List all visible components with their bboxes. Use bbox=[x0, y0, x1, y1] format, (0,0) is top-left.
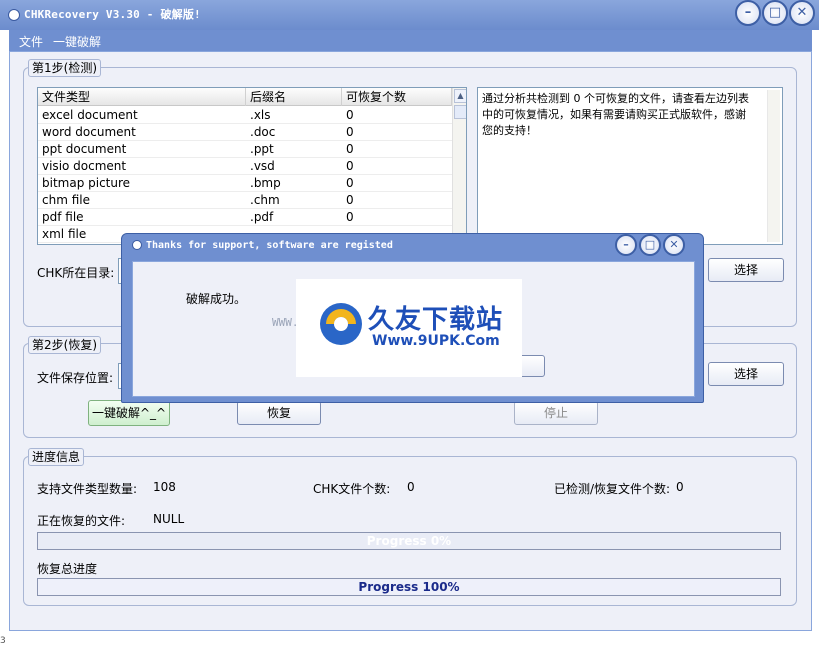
scroll-up-icon[interactable]: ▲ bbox=[454, 89, 466, 103]
menu-file[interactable]: 文件 bbox=[19, 35, 43, 49]
dialog-app-icon bbox=[132, 240, 142, 250]
current-file-label: 正在恢复的文件: bbox=[37, 514, 126, 528]
dialog-title-text: Thanks for support, software are registe… bbox=[146, 240, 393, 251]
file-type-cell: ppt document bbox=[42, 142, 127, 156]
file-type-cell: chm file bbox=[42, 193, 90, 207]
window-title-text: CHKRecovery V3.30 - 破解版! bbox=[24, 8, 201, 21]
list-item[interactable]: pdf file .pdf 0 bbox=[38, 209, 452, 226]
save-location-label: 文件保存位置: bbox=[37, 371, 114, 385]
file-type-cell: pdf file bbox=[42, 210, 84, 224]
count-cell: 0 bbox=[346, 159, 354, 173]
count-cell: 0 bbox=[346, 176, 354, 190]
step2-title: 第2步(恢复) bbox=[28, 336, 101, 354]
watermark-logo-icon bbox=[320, 303, 362, 345]
corner-mark: 3 bbox=[0, 636, 6, 646]
detection-message-text: 通过分析共检测到 0 个可恢复的文件，请查看左边列表中的可恢复情况，如果有需要请… bbox=[482, 92, 749, 137]
current-file-value: NULL bbox=[153, 512, 185, 526]
count-cell: 0 bbox=[346, 108, 354, 122]
restore-button[interactable]: 恢复 bbox=[237, 401, 321, 425]
menu-bar: 文件 一键破解 bbox=[9, 30, 812, 51]
stop-button[interactable]: 停止 bbox=[514, 401, 598, 425]
dialog-maximize-icon[interactable]: □ bbox=[639, 234, 661, 256]
file-progress-bar: Progress 0% bbox=[37, 532, 781, 550]
menu-one-click-crack[interactable]: 一键破解 bbox=[53, 35, 101, 49]
step1-title: 第1步(检测) bbox=[28, 59, 101, 77]
column-file-type[interactable]: 文件类型 bbox=[38, 88, 246, 106]
close-icon[interactable]: ✕ bbox=[789, 0, 815, 26]
list-item[interactable]: ppt document .ppt 0 bbox=[38, 141, 452, 158]
total-progress-text: Progress 100% bbox=[358, 580, 460, 594]
step1-select-button[interactable]: 选择 bbox=[708, 258, 784, 282]
file-type-cell: excel document bbox=[42, 108, 138, 122]
list-item[interactable]: bitmap picture .bmp 0 bbox=[38, 175, 452, 192]
column-recoverable-count[interactable]: 可恢复个数 bbox=[342, 88, 452, 106]
window-title: CHKRecovery V3.30 - 破解版! bbox=[8, 6, 201, 22]
extension-cell: .ppt bbox=[250, 142, 274, 156]
scroll-thumb[interactable] bbox=[454, 105, 466, 119]
detected-count-label: 已检测/恢复文件个数: bbox=[554, 482, 671, 496]
minimize-icon[interactable]: – bbox=[735, 0, 761, 26]
one-click-crack-button[interactable]: 一键破解^_^ bbox=[88, 400, 170, 426]
dialog-message: 破解成功。 bbox=[186, 292, 247, 306]
list-item[interactable]: excel document .xls 0 bbox=[38, 107, 452, 124]
dialog-title: Thanks for support, software are registe… bbox=[132, 240, 393, 251]
extension-cell: .vsd bbox=[250, 159, 275, 173]
progress-title: 进度信息 bbox=[28, 448, 85, 466]
types-count-value: 108 bbox=[153, 480, 176, 494]
count-cell: 0 bbox=[346, 142, 354, 156]
extension-cell: .xls bbox=[250, 108, 271, 122]
column-extension[interactable]: 后缀名 bbox=[246, 88, 342, 106]
extension-cell: .pdf bbox=[250, 210, 274, 224]
detection-message: 通过分析共检测到 0 个可恢复的文件，请查看左边列表中的可恢复情况，如果有需要请… bbox=[477, 87, 783, 245]
chk-dir-label: CHK所在目录: bbox=[37, 266, 115, 280]
message-scrollbar[interactable] bbox=[767, 90, 780, 242]
extension-cell: .doc bbox=[250, 125, 276, 139]
dialog-close-icon[interactable]: ✕ bbox=[663, 234, 685, 256]
count-cell: 0 bbox=[346, 193, 354, 207]
types-count-label: 支持文件类型数量: bbox=[37, 482, 138, 496]
total-progress-bar: Progress 100% bbox=[37, 578, 781, 596]
list-scrollbar[interactable]: ▲ bbox=[452, 88, 466, 244]
file-type-cell: word document bbox=[42, 125, 136, 139]
file-type-list[interactable]: 文件类型 后缀名 可恢复个数 excel document .xls 0 word d… bbox=[37, 87, 467, 245]
count-cell: 0 bbox=[346, 210, 354, 224]
watermark-url: Www.9UPK.Com bbox=[372, 333, 500, 349]
list-item[interactable]: visio docment .vsd 0 bbox=[38, 158, 452, 175]
maximize-icon[interactable]: □ bbox=[762, 0, 788, 26]
watermark-name: 久友下载站 bbox=[368, 305, 504, 335]
count-cell: 0 bbox=[346, 125, 354, 139]
list-item[interactable]: word document .doc 0 bbox=[38, 124, 452, 141]
chk-count-value: 0 bbox=[407, 480, 415, 494]
file-type-cell: bitmap picture bbox=[42, 176, 131, 190]
list-header: 文件类型 后缀名 可恢复个数 bbox=[38, 88, 452, 106]
detected-count-value: 0 bbox=[676, 480, 684, 494]
file-progress-text: Progress 0% bbox=[366, 534, 452, 548]
chk-count-label: CHK文件个数: bbox=[313, 482, 391, 496]
extension-cell: .bmp bbox=[250, 176, 281, 190]
app-icon bbox=[8, 9, 20, 21]
list-item[interactable]: chm file .chm 0 bbox=[38, 192, 452, 209]
step2-select-button[interactable]: 选择 bbox=[708, 362, 784, 386]
total-progress-label: 恢复总进度 bbox=[37, 562, 98, 576]
extension-cell: .chm bbox=[250, 193, 280, 207]
dialog-minimize-icon[interactable]: – bbox=[615, 234, 637, 256]
watermark-logo: 久友下载站 Www.9UPK.Com bbox=[296, 279, 522, 377]
file-type-cell: visio docment bbox=[42, 159, 127, 173]
